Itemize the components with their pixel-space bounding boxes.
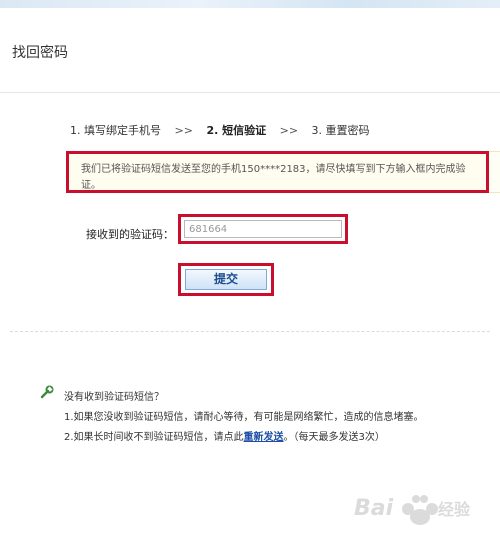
step-indicator: 1. 填写绑定手机号 >> 2. 短信验证 >> 3. 重置密码 (70, 122, 370, 138)
verification-code-label: 接收到的验证码： (86, 228, 174, 241)
step-1: 1. 填写绑定手机号 (70, 124, 161, 137)
wrench-icon (40, 385, 54, 399)
submit-button[interactable]: 提交 (185, 269, 267, 290)
top-banner-strip (0, 0, 500, 8)
sms-sent-notice-text: 我们已将验证码短信发送至您的手机150****2183，请尽快填写到下方输入框内… (81, 164, 466, 191)
notice-box-edge (489, 151, 500, 193)
svg-text:经验: 经验 (438, 500, 471, 519)
page-title: 找回密码 (12, 45, 68, 61)
baidu-jingyan-watermark-logo: Bai 经验 (354, 495, 471, 525)
page-header: 找回密码 (0, 8, 500, 93)
submit-highlight: 提交 (178, 263, 274, 296)
sms-sent-notice: 我们已将验证码短信发送至您的手机150****2183，请尽快填写到下方输入框内… (66, 151, 489, 193)
help-tip-2: 2.如果长时间收不到验证码短信，请点此重新发送。（每天最多发送3次） (64, 428, 385, 443)
verification-panel: 1. 填写绑定手机号 >> 2. 短信验证 >> 3. 重置密码 我们已将验证码… (0, 93, 500, 525)
step-separator-2: >> (279, 124, 299, 137)
help-tip-2-suffix: 。（每天最多发送3次） (283, 432, 385, 443)
help-tip-2-prefix: 2.如果长时间收不到验证码短信，请点此 (64, 432, 244, 443)
verification-code-highlight (178, 214, 348, 244)
step-3: 3. 重置密码 (311, 124, 370, 137)
step-2-active: 2. 短信验证 (206, 124, 267, 137)
verification-code-input[interactable] (184, 220, 342, 238)
help-title: 没有收到验证码短信？ (64, 392, 164, 403)
step-separator-1: >> (174, 124, 193, 137)
section-divider (10, 331, 490, 332)
svg-text:Bai: Bai (354, 496, 394, 521)
help-tip-1: 1.如果您没收到验证码短信，请耐心等待，有可能是网络繁忙，造成的信息堵塞。 (64, 412, 424, 423)
resend-link[interactable]: 重新发送 (244, 432, 284, 443)
